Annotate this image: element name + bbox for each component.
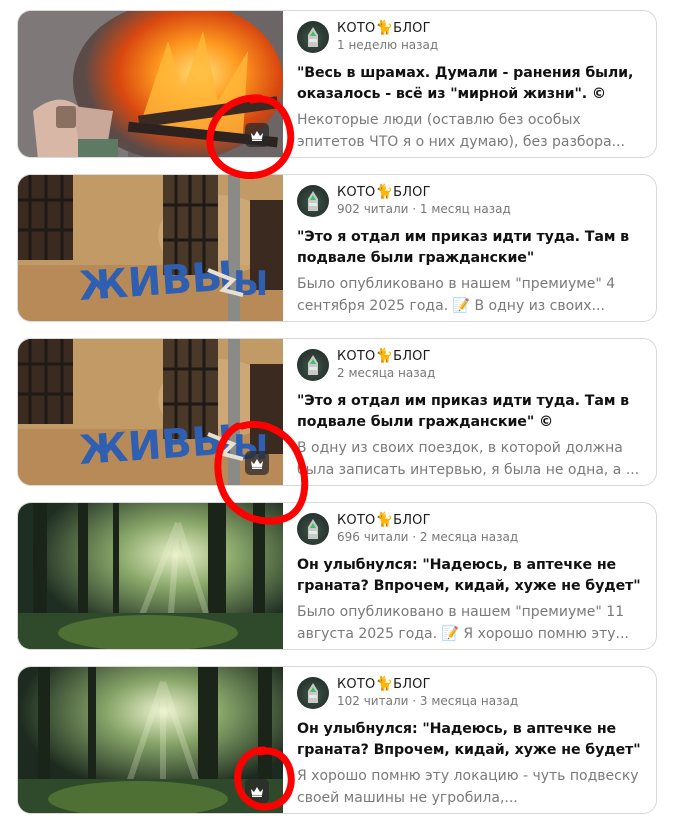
article-thumbnail[interactable] xyxy=(18,11,283,157)
crown-icon xyxy=(250,458,264,469)
article-thumbnail[interactable]: ЖИВЫ Ы xyxy=(18,339,283,485)
memo-icon: 📝 xyxy=(452,298,471,314)
channel-avatar[interactable] xyxy=(297,677,329,709)
article-snippet: В одну из своих поездок, в которой должн… xyxy=(297,440,640,478)
channel-avatar[interactable] xyxy=(297,21,329,53)
article-thumbnail[interactable] xyxy=(18,503,283,649)
article-meta: 102 читали · 3 месяца назад xyxy=(337,694,519,708)
crown-icon xyxy=(250,786,264,797)
article-title[interactable]: "Это я отдал им приказ идти туда. Там в … xyxy=(297,227,642,269)
article-snippet: Некоторые люди (оставлю без особых эпите… xyxy=(297,112,625,150)
article-meta: 2 месяца назад xyxy=(337,366,436,380)
article-card[interactable]: КОТО🐈БЛОГ 1 неделю назад "Весь в шрамах.… xyxy=(17,10,657,158)
channel-name[interactable]: КОТО🐈БЛОГ xyxy=(337,348,431,364)
channel-name[interactable]: КОТО🐈БЛОГ xyxy=(337,676,431,692)
article-card[interactable]: КОТО🐈БЛОГ 102 читали · 3 месяца назад Он… xyxy=(17,666,657,814)
article-card[interactable]: ЖИВЫ Ы КОТО🐈БЛОГ 2 месяца назад "Это я о… xyxy=(17,338,657,486)
premium-badge xyxy=(245,123,269,147)
article-meta: 1 неделю назад xyxy=(337,38,439,52)
article-feed: КОТО🐈БЛОГ 1 неделю назад "Весь в шрамах.… xyxy=(0,0,680,823)
channel-name[interactable]: КОТО🐈БЛОГ xyxy=(337,184,431,200)
article-title[interactable]: "Весь в шрамах. Думали - ранения были, о… xyxy=(297,63,642,105)
article-thumbnail[interactable]: ЖИВЫ Ы xyxy=(18,175,283,321)
svg-text:Ы: Ы xyxy=(233,264,268,304)
channel-avatar[interactable] xyxy=(297,513,329,545)
crown-icon xyxy=(250,130,264,141)
premium-badge xyxy=(245,451,269,475)
article-thumbnail[interactable] xyxy=(18,667,283,813)
article-meta: 902 читали · 1 месяц назад xyxy=(337,202,511,216)
channel-name[interactable]: КОТО🐈БЛОГ xyxy=(337,20,431,36)
article-title[interactable]: Он улыбнулся: "Надеюсь, в аптечке не гра… xyxy=(297,555,642,597)
memo-icon: 📝 xyxy=(441,626,459,642)
article-snippet: Было опубликовано в нашем "премиуме" 4 с… xyxy=(297,276,616,314)
channel-avatar[interactable] xyxy=(297,185,329,217)
article-card[interactable]: КОТО🐈БЛОГ 696 читали · 2 месяца назад Он… xyxy=(17,502,657,650)
article-title[interactable]: "Это я отдал им приказ идти туда. Там в … xyxy=(297,391,642,433)
article-meta: 696 читали · 2 месяца назад xyxy=(337,530,519,544)
article-card[interactable]: ЖИВЫ Ы КОТО🐈БЛОГ 902 читали · 1 месяц на… xyxy=(17,174,657,322)
premium-badge xyxy=(245,779,269,803)
article-snippet: Было опубликовано в нашем "премиуме" 11 … xyxy=(297,604,629,642)
article-snippet: Я хорошо помню эту локацию - чуть подвес… xyxy=(297,768,639,806)
channel-name[interactable]: КОТО🐈БЛОГ xyxy=(337,512,431,528)
channel-avatar[interactable] xyxy=(297,349,329,381)
article-title[interactable]: Он улыбнулся: "Надеюсь, в аптечке не гра… xyxy=(297,719,642,761)
